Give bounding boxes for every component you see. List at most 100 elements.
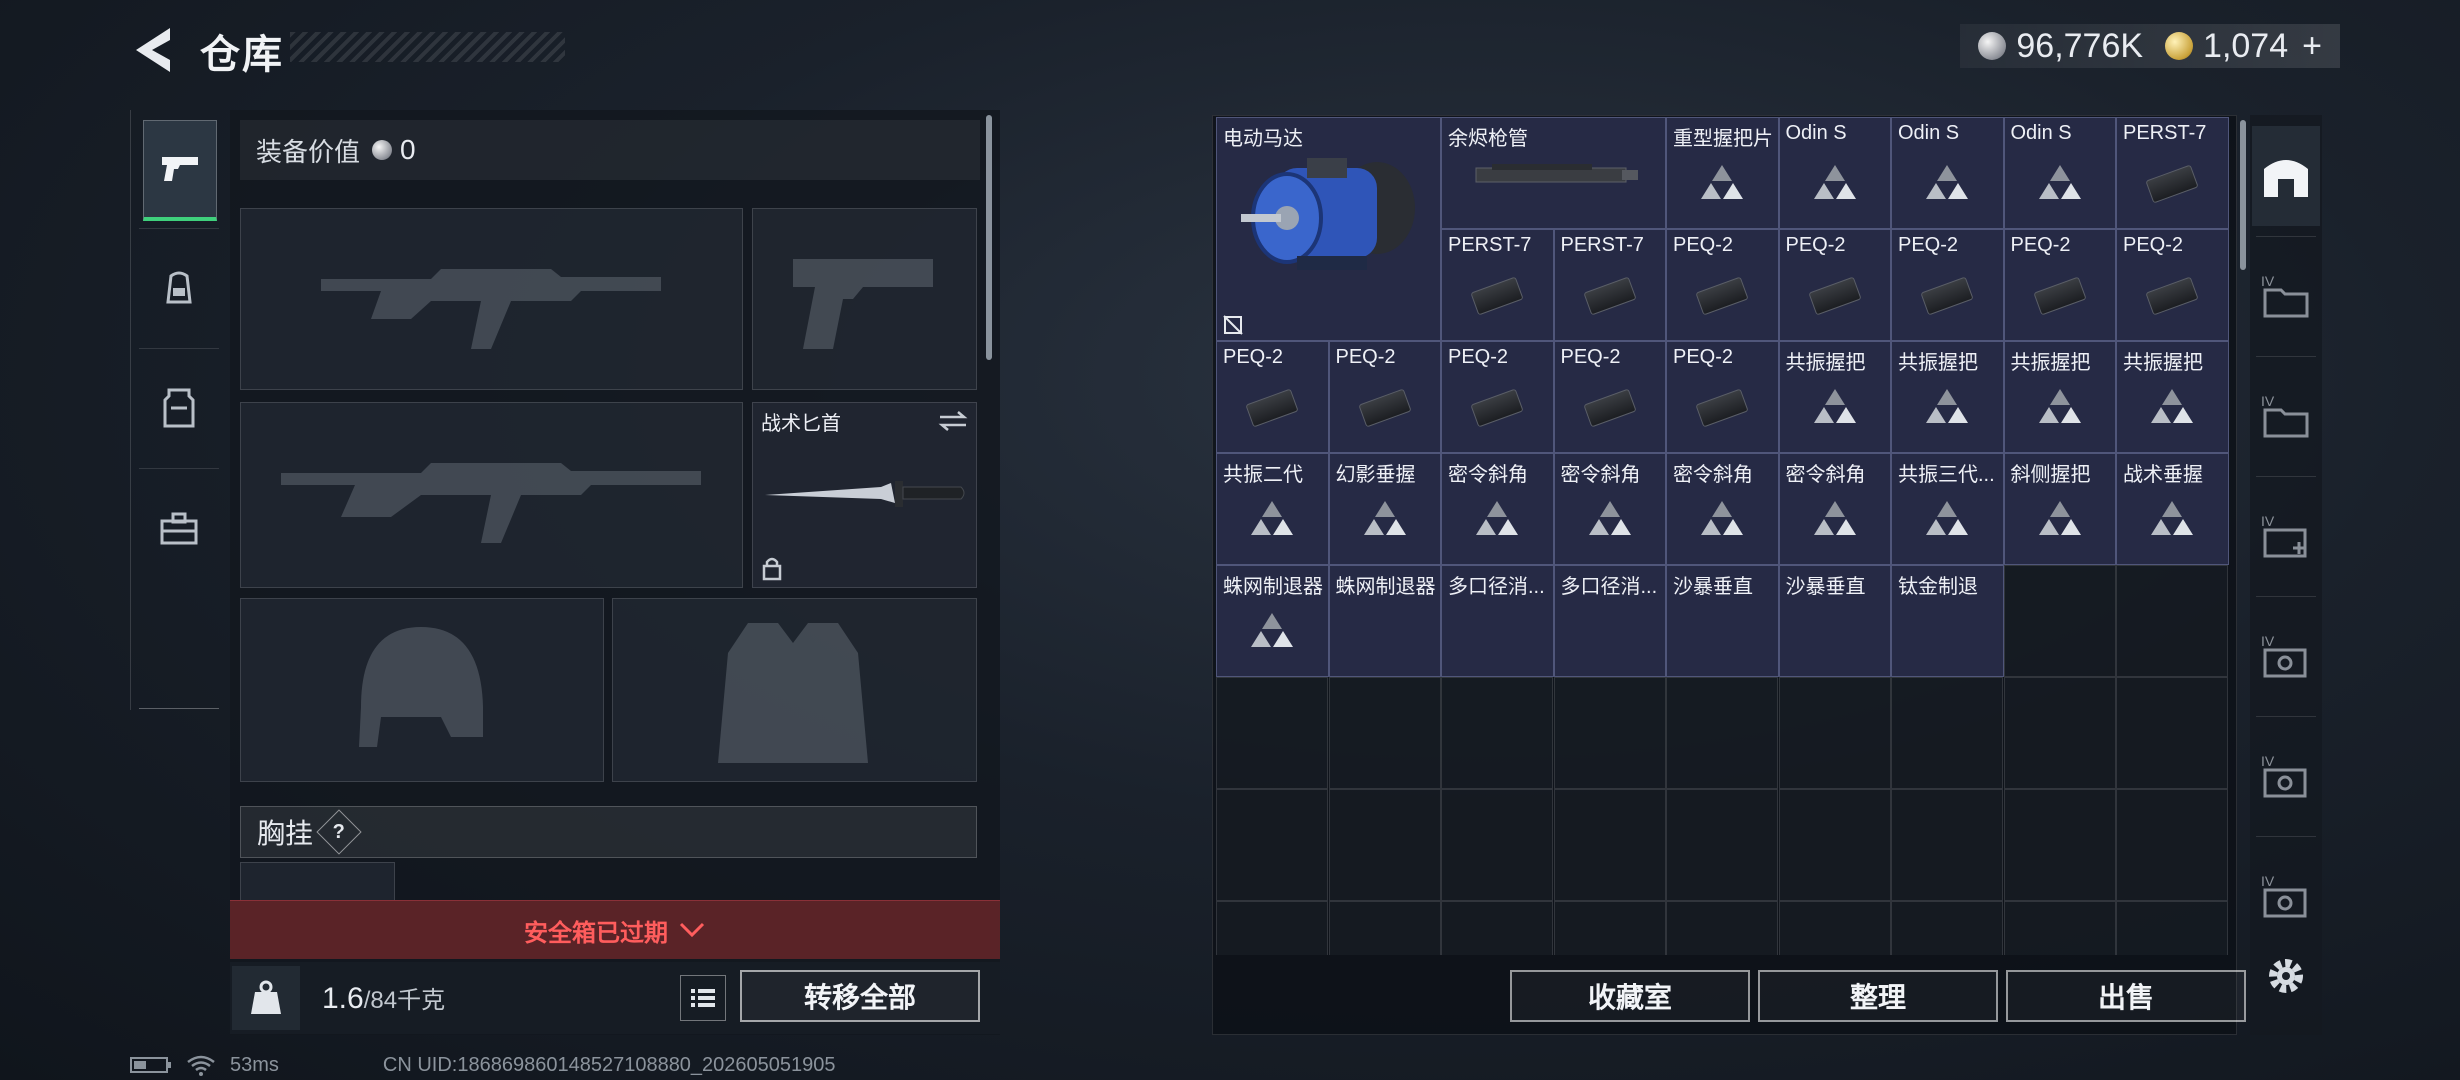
- stash-item[interactable]: 共振握把: [1891, 341, 2004, 453]
- stash-item[interactable]: PERST-7: [1441, 229, 1554, 341]
- tab-toolbox[interactable]: [143, 480, 215, 576]
- sell-button[interactable]: 出售: [2006, 970, 2246, 1022]
- stash-item[interactable]: 电动马达: [1216, 117, 1441, 341]
- stash-container-tab-5[interactable]: IV: [2252, 726, 2320, 826]
- pistol-slot[interactable]: [752, 208, 977, 390]
- stash-item[interactable]: 蛛网制退器: [1216, 565, 1329, 677]
- stash-item[interactable]: PEQ-2: [1666, 229, 1779, 341]
- stash-empty-cell[interactable]: [1553, 677, 1666, 789]
- stash-item[interactable]: PEQ-2: [1778, 229, 1891, 341]
- stash-empty-cell[interactable]: [1328, 901, 1441, 955]
- stash-empty-cell[interactable]: [1891, 789, 2003, 901]
- stash-empty-cell[interactable]: [1553, 901, 1666, 955]
- primary-weapon-slot-1[interactable]: [240, 208, 743, 390]
- stash-empty-cell[interactable]: [1216, 677, 1328, 789]
- stash-empty-cell[interactable]: [1666, 901, 1778, 955]
- stash-item[interactable]: 密令斜角: [1441, 453, 1554, 565]
- collection-room-button[interactable]: 收藏室: [1510, 970, 1750, 1022]
- stash-empty-cell[interactable]: [1778, 901, 1891, 955]
- chest-rig-help-icon[interactable]: ?: [316, 809, 362, 855]
- stash-item[interactable]: 战术垂握: [2116, 453, 2229, 565]
- stash-item[interactable]: PEQ-2: [1441, 341, 1554, 453]
- stash-empty-cell[interactable]: [1553, 789, 1666, 901]
- stash-item[interactable]: 密令斜角: [1666, 453, 1779, 565]
- stash-item[interactable]: 幻影垂握: [1328, 453, 1441, 565]
- stash-empty-cell[interactable]: [2003, 677, 2116, 789]
- stash-item[interactable]: 钛金制退: [1891, 565, 2004, 677]
- safebox-expired-banner[interactable]: 安全箱已过期: [230, 900, 1000, 959]
- tab-armor[interactable]: [143, 360, 215, 456]
- stash-empty-cell[interactable]: [1891, 901, 2003, 955]
- stash-empty-cell[interactable]: [1328, 789, 1441, 901]
- stash-item[interactable]: PEQ-2: [1891, 229, 2004, 341]
- stash-item[interactable]: 共振握把: [2003, 341, 2116, 453]
- stash-item[interactable]: 重型握把片: [1666, 117, 1779, 229]
- stash-item[interactable]: 多口径消...: [1441, 565, 1554, 677]
- stash-empty-cell[interactable]: [2003, 789, 2116, 901]
- stash-container-tab-1[interactable]: IV: [2252, 246, 2320, 346]
- stash-empty-cell[interactable]: [1778, 789, 1891, 901]
- stash-item[interactable]: PERST-7: [1553, 229, 1666, 341]
- stash-item[interactable]: 余烬枪管: [1441, 117, 1666, 229]
- stash-item[interactable]: Odin S: [2003, 117, 2116, 229]
- stash-item[interactable]: 共振握把: [2116, 341, 2229, 453]
- body-armor-slot[interactable]: [612, 598, 977, 782]
- stash-container-tab-4[interactable]: IV: [2252, 606, 2320, 706]
- stash-scrollbar[interactable]: [2240, 120, 2246, 270]
- stash-item[interactable]: 共振二代: [1216, 453, 1329, 565]
- stash-item[interactable]: 沙暴垂直: [1666, 565, 1779, 677]
- stash-container-tab-2[interactable]: IV: [2252, 366, 2320, 466]
- list-view-button[interactable]: [680, 975, 726, 1021]
- tab-weapons[interactable]: [143, 120, 217, 221]
- stash-empty-cell[interactable]: [2003, 901, 2116, 955]
- stash-container-tab-3[interactable]: IV: [2252, 486, 2320, 586]
- equipment-scrollbar[interactable]: [986, 115, 992, 360]
- stash-item[interactable]: PEQ-2: [1216, 341, 1329, 453]
- stash-item[interactable]: PERST-7: [2116, 117, 2229, 229]
- electric-motor-icon: [1241, 158, 1415, 270]
- stash-empty-cell[interactable]: [1216, 789, 1328, 901]
- stash-empty-cell[interactable]: [2003, 565, 2116, 677]
- stash-item[interactable]: 多口径消...: [1553, 565, 1666, 677]
- swap-icon[interactable]: [938, 409, 968, 433]
- sort-button[interactable]: 整理: [1758, 970, 1998, 1022]
- stash-item[interactable]: Odin S: [1891, 117, 2004, 229]
- stash-empty-cell[interactable]: [2116, 789, 2228, 901]
- stash-item[interactable]: 蛛网制退器: [1328, 565, 1441, 677]
- stash-item[interactable]: PEQ-2: [1328, 341, 1441, 453]
- stash-empty-cell[interactable]: [1441, 901, 1553, 955]
- stash-item[interactable]: 共振三代...: [1891, 453, 2004, 565]
- stash-item-name: 密令斜角: [1673, 464, 1753, 486]
- chest-rig-slot[interactable]: [240, 862, 395, 902]
- helmet-slot[interactable]: [240, 598, 604, 782]
- stash-item[interactable]: 密令斜角: [1553, 453, 1666, 565]
- stash-item[interactable]: PEQ-2: [2003, 229, 2116, 341]
- stash-empty-cell[interactable]: [1666, 789, 1778, 901]
- tab-backpack[interactable]: [143, 240, 215, 336]
- stash-item[interactable]: 斜侧握把: [2003, 453, 2116, 565]
- settings-button[interactable]: [2252, 926, 2320, 1026]
- stash-empty-cell[interactable]: [2116, 677, 2228, 789]
- stash-empty-cell[interactable]: [1441, 677, 1553, 789]
- stash-item[interactable]: PEQ-2: [2116, 229, 2229, 341]
- tactical-knife-slot[interactable]: 战术匕首: [752, 402, 977, 588]
- back-button[interactable]: [130, 22, 178, 78]
- transfer-all-button[interactable]: 转移全部: [740, 970, 980, 1022]
- stash-empty-cell[interactable]: [2116, 565, 2228, 677]
- stash-item[interactable]: PEQ-2: [1666, 341, 1779, 453]
- stash-empty-cell[interactable]: [1778, 677, 1891, 789]
- stash-item[interactable]: PEQ-2: [1553, 341, 1666, 453]
- stash-empty-cell[interactable]: [1441, 789, 1553, 901]
- stash-empty-cell[interactable]: [2116, 901, 2228, 955]
- add-currency-button[interactable]: +: [2302, 27, 2322, 66]
- stash-item[interactable]: Odin S: [1778, 117, 1891, 229]
- stash-empty-cell[interactable]: [1891, 677, 2003, 789]
- stash-empty-cell[interactable]: [1216, 901, 1328, 955]
- stash-empty-cell[interactable]: [1666, 677, 1778, 789]
- stash-item[interactable]: 沙暴垂直: [1778, 565, 1891, 677]
- stash-empty-cell[interactable]: [1328, 677, 1441, 789]
- stash-main-tab[interactable]: [2252, 126, 2320, 226]
- stash-item[interactable]: 密令斜角: [1778, 453, 1891, 565]
- primary-weapon-slot-2[interactable]: [240, 402, 743, 588]
- stash-item[interactable]: 共振握把: [1778, 341, 1891, 453]
